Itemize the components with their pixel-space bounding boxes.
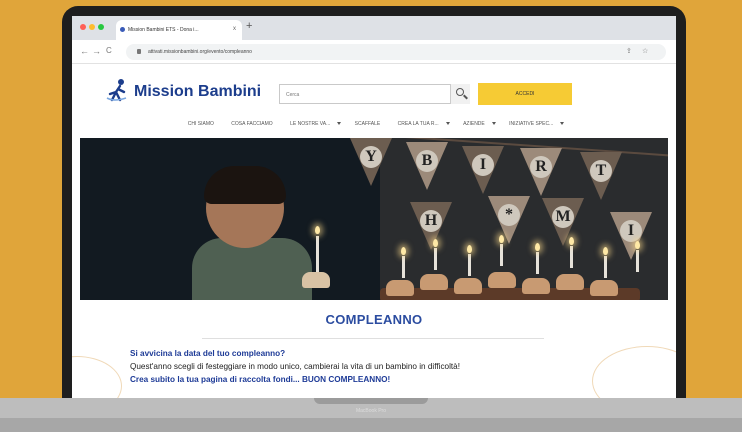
cta-text[interactable]: Crea subito la tua pagina di raccolta fo… bbox=[130, 375, 390, 384]
device-label: MacBook Pro bbox=[355, 408, 386, 414]
child-figure-icon bbox=[106, 79, 127, 102]
tab-close-icon[interactable]: x bbox=[233, 26, 236, 32]
search-placeholder: Cerca bbox=[286, 92, 300, 98]
hero-image: Y B I R T H * M I bbox=[80, 138, 668, 300]
menu-item-chi-siamo[interactable]: CHI SIAMO bbox=[184, 121, 218, 127]
favicon-icon bbox=[120, 27, 125, 32]
search-button[interactable] bbox=[450, 84, 470, 104]
menu-item-aziende[interactable]: AZIENDE bbox=[459, 121, 496, 127]
main-menu: CHI SIAMO COSA FACCIAMO LE NOSTRE VA... … bbox=[72, 121, 676, 133]
star-icon[interactable]: ☆ bbox=[642, 47, 648, 55]
maximize-window-icon[interactable] bbox=[98, 24, 104, 30]
reload-icon[interactable]: C bbox=[106, 46, 112, 56]
decorative-swirl bbox=[72, 356, 122, 401]
laptop-notch bbox=[314, 398, 428, 404]
logo-text: Mission Bambini bbox=[134, 83, 262, 100]
address-bar[interactable]: attivati.missionbambini.org/evento/compl… bbox=[126, 44, 666, 60]
child-figure bbox=[192, 166, 312, 300]
cupcake bbox=[302, 272, 330, 288]
intro-text: Quest'anno scegli di festeggiare in modo… bbox=[130, 362, 461, 371]
laptop-screen: Mission Bambini ETS - Dona i... x + ← → … bbox=[72, 16, 676, 401]
menu-item-crea[interactable]: CREA LA TUA R... bbox=[394, 121, 450, 127]
menu-item-le-nostre[interactable]: LE NOSTRE VA... bbox=[286, 121, 342, 127]
close-window-icon[interactable] bbox=[80, 24, 86, 30]
minimize-window-icon[interactable] bbox=[89, 24, 95, 30]
chevron-down-icon bbox=[560, 122, 565, 126]
site-logo[interactable]: Mission Bambini bbox=[106, 76, 261, 106]
candle bbox=[316, 236, 319, 272]
chevron-down-icon bbox=[445, 122, 450, 126]
new-tab-button[interactable]: + bbox=[246, 21, 252, 32]
menu-item-iniziative[interactable]: INIZIATIVE SPEC... bbox=[505, 121, 565, 127]
menu-item-cosa-facciamo[interactable]: COSA FACCIAMO bbox=[227, 121, 276, 127]
browser-tab-bar: Mission Bambini ETS - Dona i... x + bbox=[72, 16, 676, 40]
divider bbox=[202, 338, 544, 339]
browser-tab-title: Mission Bambini ETS - Dona i... bbox=[128, 27, 199, 33]
browser-toolbar: ← → C attivati.missionbambini.org/evento… bbox=[72, 40, 676, 64]
intro-question: Si avvicina la data del tuo compleanno? bbox=[130, 349, 286, 358]
search-input[interactable]: Cerca bbox=[279, 84, 469, 104]
back-icon[interactable]: ← bbox=[80, 46, 89, 56]
chevron-down-icon bbox=[491, 122, 496, 126]
browser-tab[interactable]: Mission Bambini ETS - Dona i... x bbox=[116, 20, 242, 40]
flame-icon bbox=[315, 226, 320, 234]
page-title: COMPLEANNO bbox=[325, 312, 423, 327]
laptop-base bbox=[0, 398, 742, 432]
login-button[interactable]: ACCEDI bbox=[478, 83, 572, 105]
decorative-swirl bbox=[592, 346, 676, 401]
menu-item-scaffale[interactable]: SCAFFALE bbox=[351, 121, 385, 127]
share-icon[interactable]: ⇪ bbox=[626, 47, 632, 55]
forward-icon[interactable]: → bbox=[92, 46, 101, 56]
lock-icon bbox=[137, 49, 141, 54]
address-url: attivati.missionbambini.org/evento/compl… bbox=[148, 49, 252, 55]
chevron-down-icon bbox=[337, 122, 342, 126]
